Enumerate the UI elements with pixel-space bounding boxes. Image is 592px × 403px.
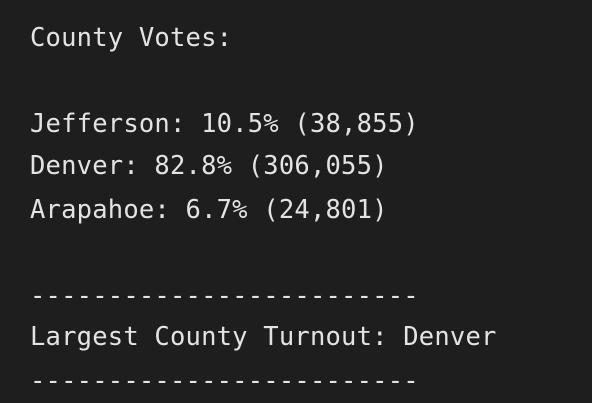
county-result-jefferson: Jefferson: 10.5% (38,855) (30, 109, 419, 139)
largest-county-turnout: Largest County Turnout: Denver (30, 322, 497, 352)
county-result-arapahoe: Arapahoe: 6.7% (24,801) (30, 195, 388, 225)
county-votes-heading: County Votes: (30, 23, 233, 53)
separator-top: ------------------------- (30, 281, 419, 311)
terminal-output: County Votes: Jefferson: 10.5% (38,855) … (0, 0, 592, 403)
separator-bottom: ------------------------- (30, 366, 419, 396)
county-result-denver: Denver: 82.8% (306,055) (30, 151, 388, 181)
